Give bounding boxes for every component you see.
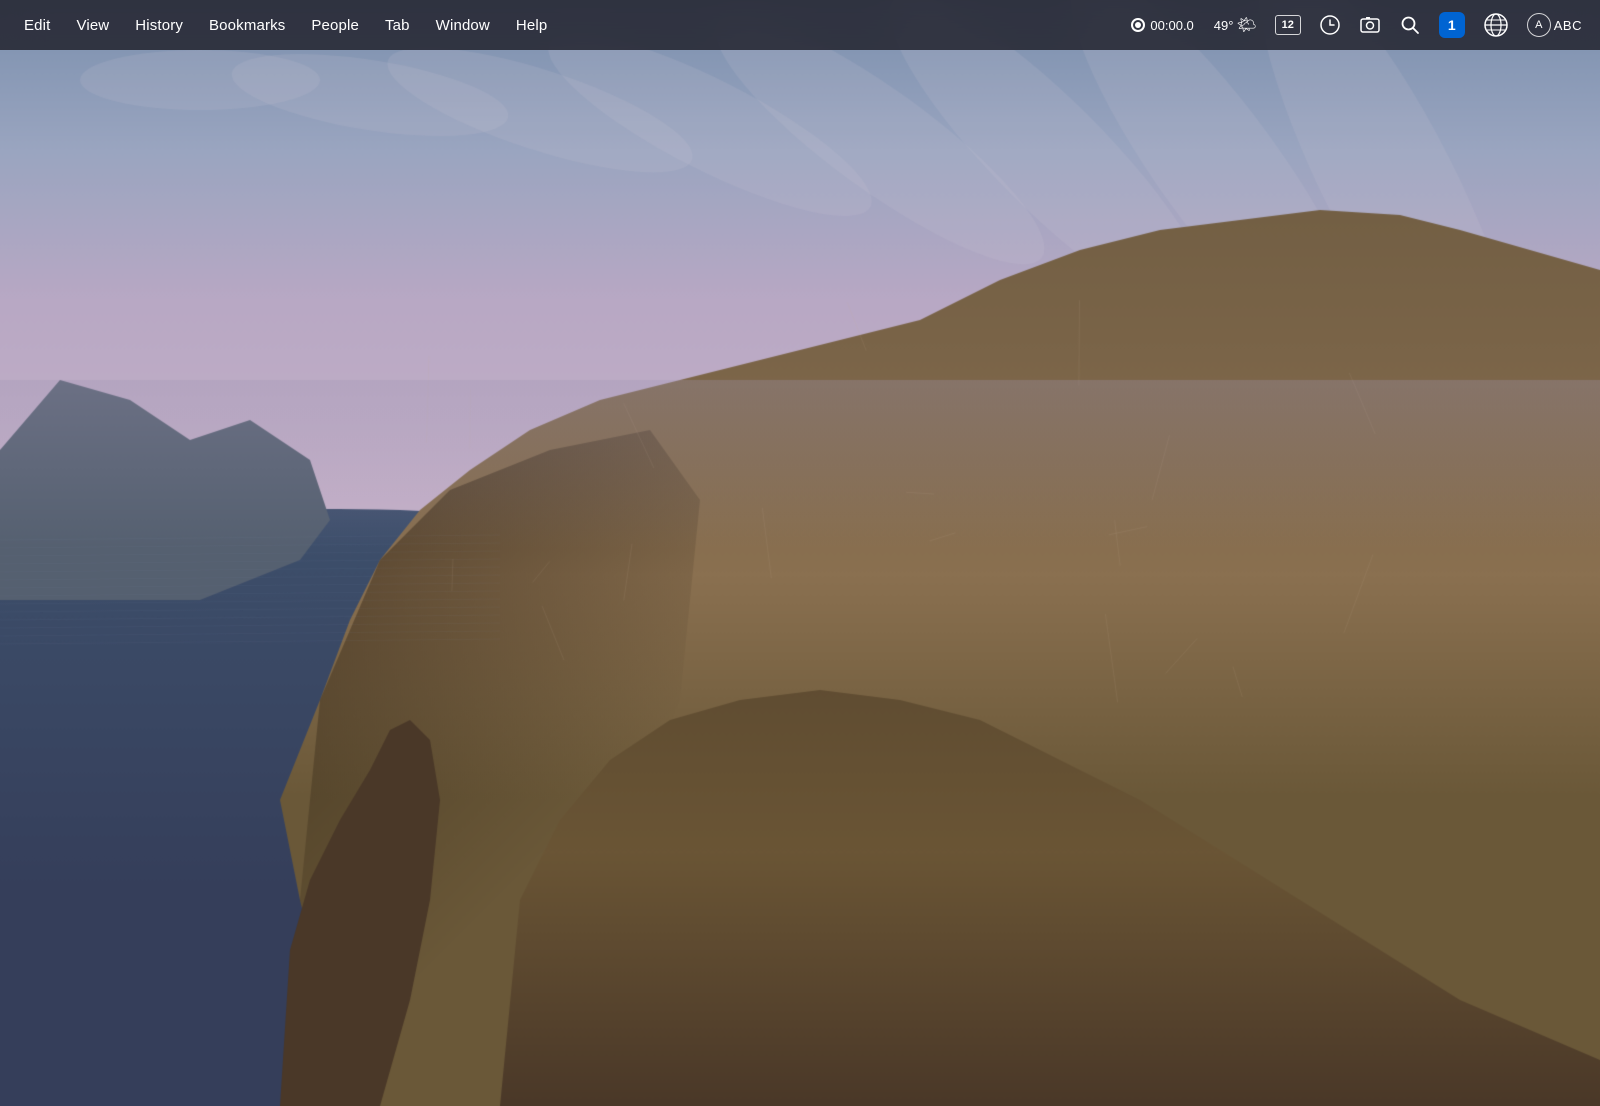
menu-people[interactable]: People xyxy=(299,13,371,38)
search-icon xyxy=(1399,14,1421,36)
onepassword-icon-button[interactable]: 1 xyxy=(1433,9,1471,41)
menu-bookmarks[interactable]: Bookmarks xyxy=(197,13,297,38)
record-time: 00:00.0 xyxy=(1150,18,1193,33)
wallpaper-background xyxy=(0,0,1600,1106)
menu-edit[interactable]: Edit xyxy=(12,13,62,38)
record-dot-inner xyxy=(1135,22,1141,28)
menu-history[interactable]: History xyxy=(123,13,195,38)
menu-help[interactable]: Help xyxy=(504,13,559,38)
menubar-right: 00:00.0 49° 🌤 12 xyxy=(1123,9,1588,41)
camera-icon xyxy=(1359,14,1381,36)
menubar-left: Edit View History Bookmarks People Tab W… xyxy=(12,13,1123,38)
tab-count-label: 12 xyxy=(1282,19,1294,31)
font-icon-button[interactable]: A ABC xyxy=(1521,10,1588,40)
temperature-label: 49° xyxy=(1214,18,1234,33)
menu-tab[interactable]: Tab xyxy=(373,13,422,38)
onepassword-icon: 1 xyxy=(1439,12,1465,38)
menu-view[interactable]: View xyxy=(64,13,121,38)
weather-status[interactable]: 49° 🌤 xyxy=(1208,12,1263,38)
font-label: ABC xyxy=(1554,18,1582,33)
tab-count-box: 12 xyxy=(1275,15,1301,35)
font-indicator: A ABC xyxy=(1527,13,1582,37)
search-icon-button[interactable] xyxy=(1393,11,1427,39)
tab-count-button[interactable]: 12 xyxy=(1269,12,1307,38)
font-circle-icon: A xyxy=(1527,13,1551,37)
screen-time-icon[interactable] xyxy=(1313,11,1347,39)
record-button[interactable]: 00:00.0 xyxy=(1123,15,1201,36)
screenshot-icon-button[interactable] xyxy=(1353,11,1387,39)
record-dot-icon xyxy=(1131,18,1145,32)
weather-icon: 🌤 xyxy=(1236,15,1256,35)
globe-icon xyxy=(1483,12,1509,38)
clock-icon xyxy=(1319,14,1341,36)
globe-icon-button[interactable] xyxy=(1477,9,1515,41)
menubar: Edit View History Bookmarks People Tab W… xyxy=(0,0,1600,50)
menu-window[interactable]: Window xyxy=(424,13,502,38)
